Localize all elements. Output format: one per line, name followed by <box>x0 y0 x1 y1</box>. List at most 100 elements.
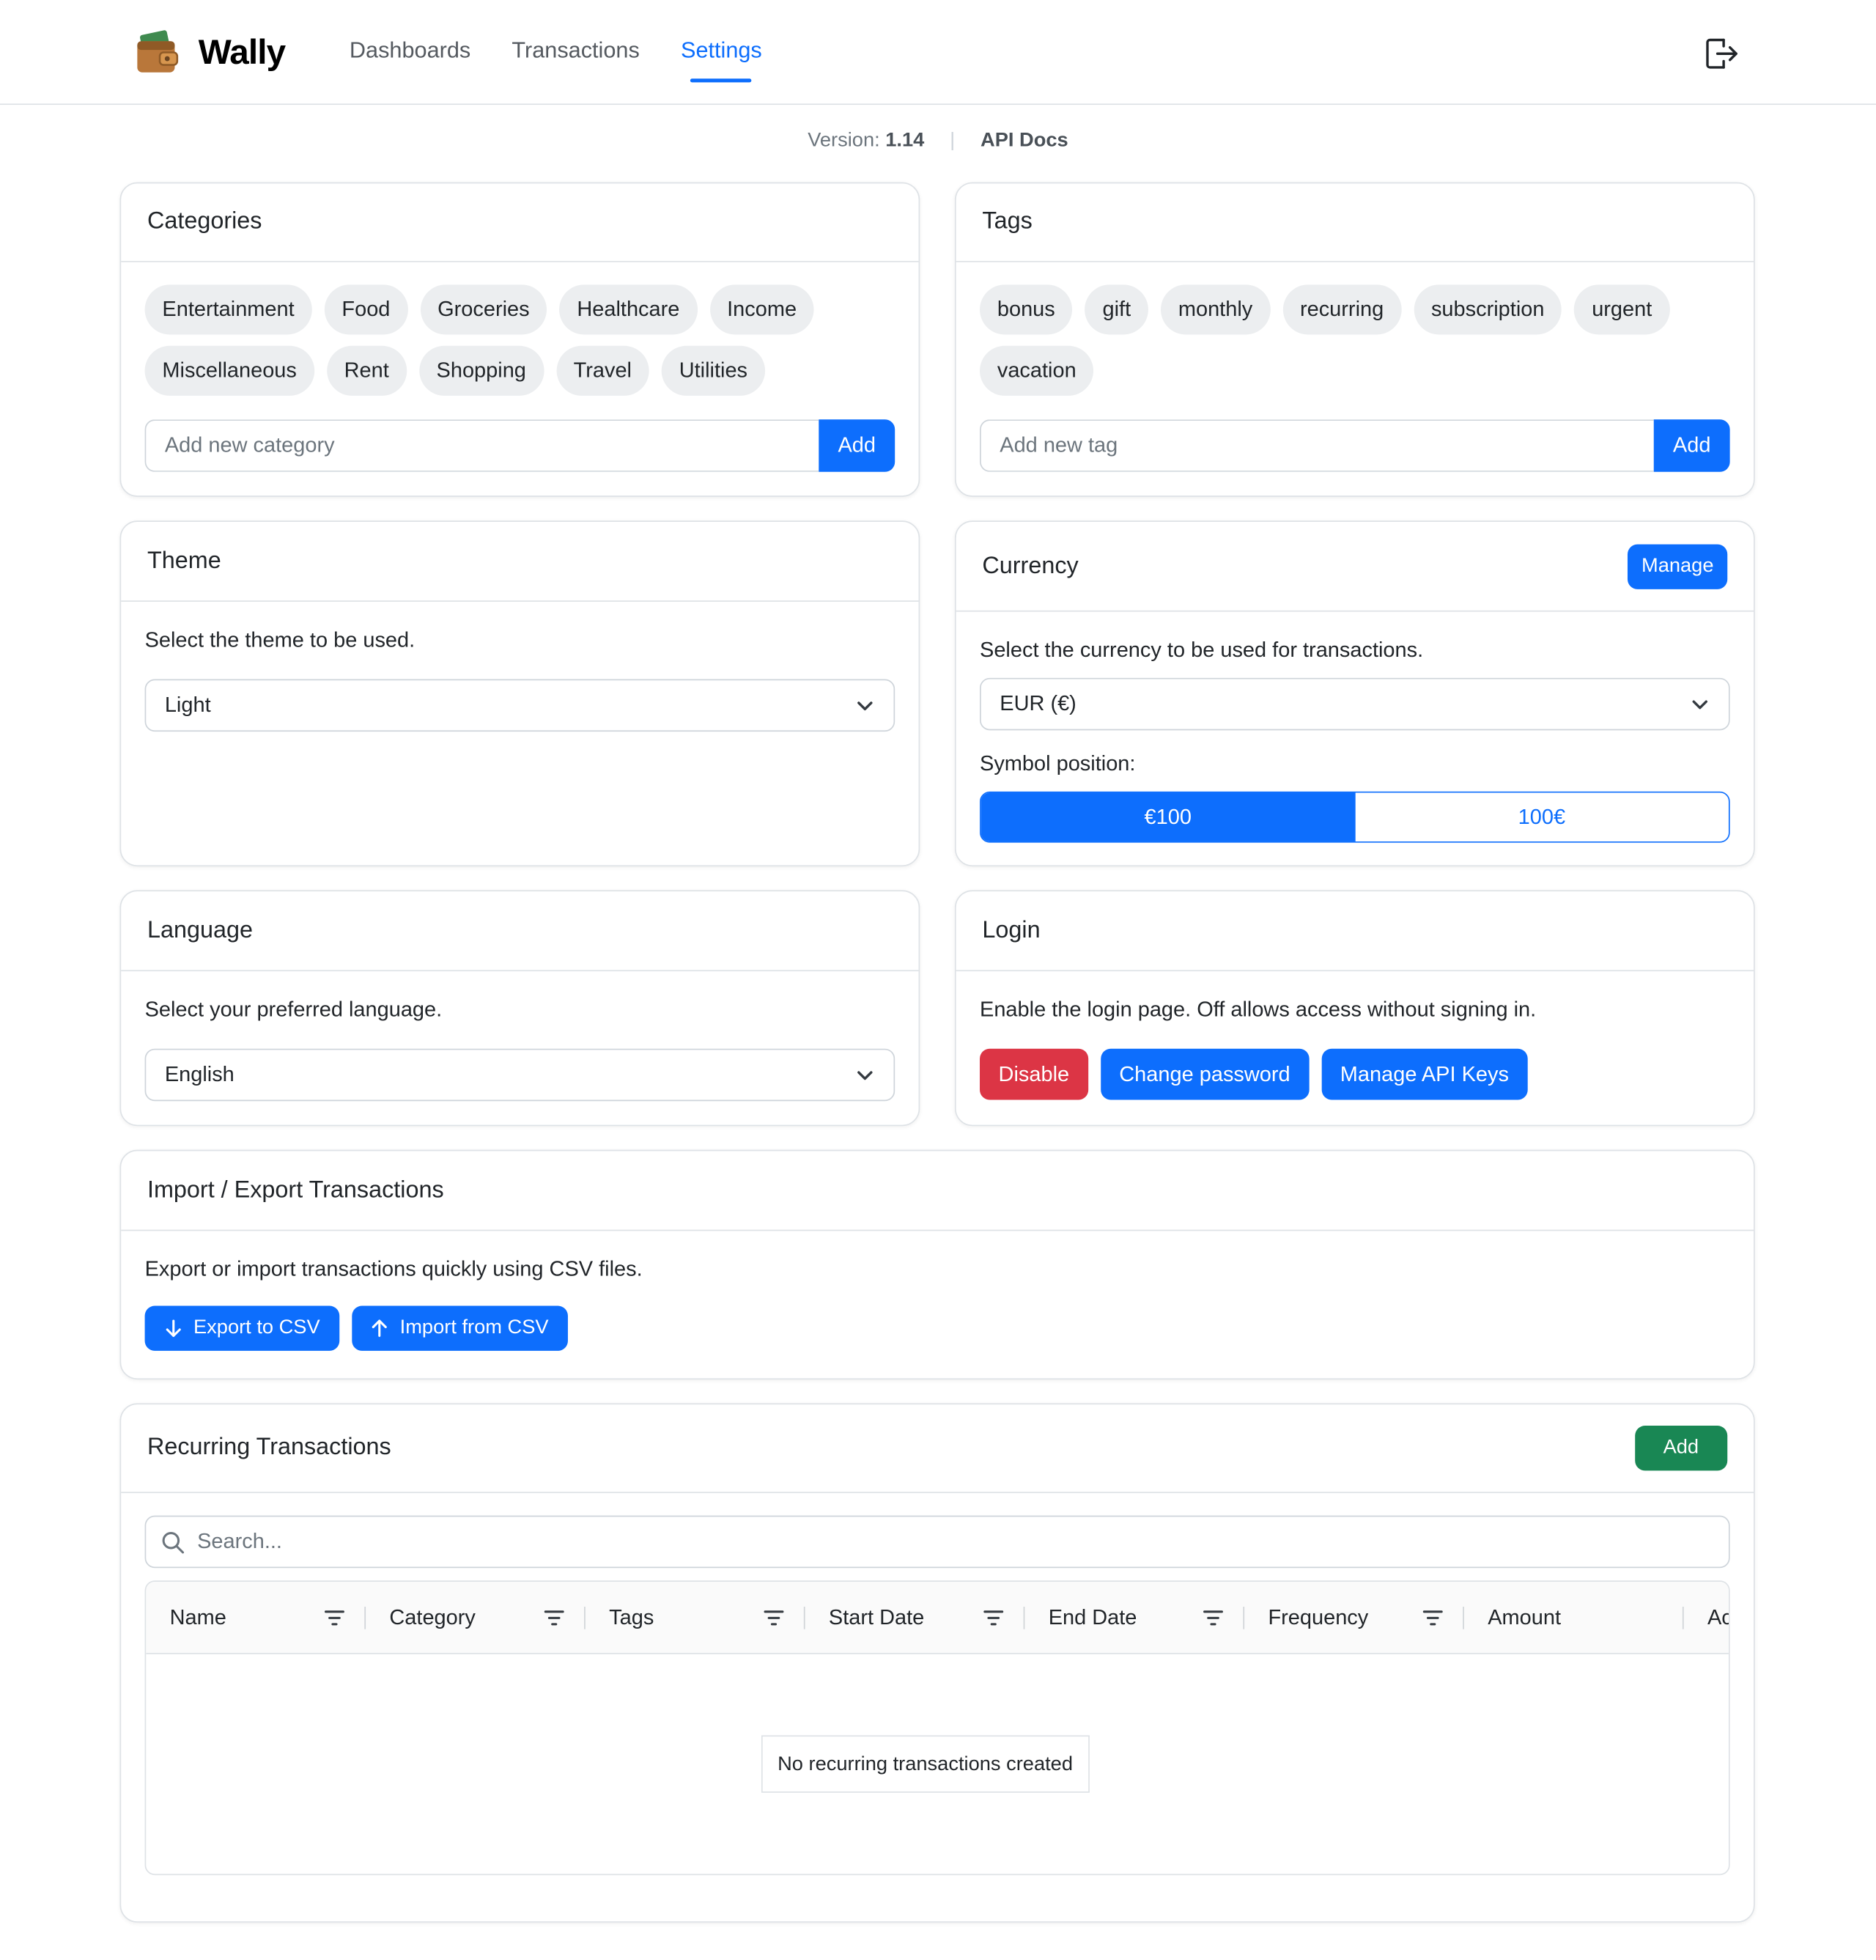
category-pill[interactable]: Travel <box>555 345 649 396</box>
symbol-after-option[interactable]: 100€ <box>1355 793 1729 841</box>
tag-pill[interactable]: gift <box>1085 284 1148 335</box>
column-header-amount[interactable]: Amount <box>1464 1582 1684 1653</box>
filter-icon[interactable] <box>1202 1606 1225 1629</box>
arrow-down-icon <box>166 1319 181 1337</box>
export-csv-label: Export to CSV <box>193 1316 320 1338</box>
category-pill[interactable]: Income <box>709 284 814 335</box>
category-pill[interactable]: Miscellaneous <box>144 345 314 396</box>
tag-pill[interactable]: monthly <box>1161 284 1271 335</box>
filter-icon[interactable] <box>1422 1606 1444 1629</box>
column-header-frequency[interactable]: Frequency <box>1244 1582 1464 1653</box>
export-csv-button[interactable]: Export to CSV <box>144 1305 340 1351</box>
tags-card: Tags bonus gift monthly recurring subscr… <box>954 182 1755 497</box>
theme-header: Theme <box>121 522 919 602</box>
column-label: Tags <box>609 1605 654 1629</box>
nav-dashboards[interactable]: Dashboards <box>350 37 470 64</box>
recurring-card: Recurring Transactions Add Name Category <box>119 1403 1755 1923</box>
add-tag-group: Add <box>980 419 1730 472</box>
category-pill[interactable]: Healthcare <box>559 284 698 335</box>
category-pill[interactable]: Food <box>324 284 408 335</box>
logout-icon[interactable] <box>1702 35 1740 73</box>
categories-title: Categories <box>147 208 262 235</box>
version-bar: Version: 1.14 | API Docs <box>0 130 1876 152</box>
theme-title: Theme <box>147 547 221 574</box>
currency-select[interactable]: EUR (€) <box>980 677 1730 731</box>
column-label: Name <box>169 1605 226 1629</box>
tag-list: bonus gift monthly recurring subscriptio… <box>980 284 1730 407</box>
language-selected-value: English <box>164 1062 234 1086</box>
filter-icon[interactable] <box>982 1606 1005 1629</box>
symbol-before-option[interactable]: €100 <box>981 792 1355 841</box>
add-category-group: Add <box>144 419 895 472</box>
categories-card: Categories Entertainment Food Groceries … <box>119 182 920 497</box>
import-csv-button[interactable]: Import from CSV <box>352 1305 568 1351</box>
category-pill[interactable]: Groceries <box>420 284 547 335</box>
tag-pill[interactable]: bonus <box>980 284 1073 335</box>
tag-pill[interactable]: urgent <box>1574 284 1670 335</box>
nav-settings[interactable]: Settings <box>681 37 762 83</box>
language-header: Language <box>121 891 919 972</box>
column-header-name[interactable]: Name <box>146 1582 366 1653</box>
category-pill[interactable]: Utilities <box>661 345 765 396</box>
disable-login-button[interactable]: Disable <box>980 1048 1088 1100</box>
column-label: End Date <box>1048 1605 1137 1629</box>
manage-api-keys-button[interactable]: Manage API Keys <box>1321 1048 1528 1100</box>
column-header-start-date[interactable]: Start Date <box>805 1582 1025 1653</box>
language-card: Language Select your preferred language.… <box>119 890 920 1127</box>
api-docs-link[interactable]: API Docs <box>981 130 1068 151</box>
version-label: Version: <box>808 130 880 152</box>
column-label: Ac <box>1707 1605 1730 1629</box>
table-header-row: Name Category Tags Start Date End Date F… <box>146 1581 1730 1654</box>
category-pill[interactable]: Entertainment <box>144 284 312 335</box>
nav-transactions[interactable]: Transactions <box>512 37 639 64</box>
filter-icon[interactable] <box>323 1606 346 1629</box>
tag-pill[interactable]: subscription <box>1414 284 1562 335</box>
change-password-button[interactable]: Change password <box>1100 1048 1310 1100</box>
add-category-button[interactable]: Add <box>819 419 895 472</box>
import-csv-label: Import from CSV <box>399 1316 549 1338</box>
recurring-search-input[interactable] <box>197 1529 1714 1555</box>
import-export-title: Import / Export Transactions <box>147 1176 444 1204</box>
navbar: Wally Dashboards Transactions Settings <box>0 0 1876 106</box>
category-pill[interactable]: Shopping <box>418 345 544 396</box>
category-list: Entertainment Food Groceries Healthcare … <box>144 284 895 407</box>
tag-pill[interactable]: vacation <box>980 345 1094 396</box>
currency-card: Currency Manage Select the currency to b… <box>954 520 1755 867</box>
column-label: Category <box>389 1605 476 1629</box>
column-header-end-date[interactable]: End Date <box>1024 1582 1245 1653</box>
login-title: Login <box>982 917 1041 943</box>
manage-currency-button[interactable]: Manage <box>1628 543 1728 589</box>
tag-pill[interactable]: recurring <box>1282 284 1402 335</box>
theme-select[interactable]: Light <box>144 679 895 732</box>
recurring-search <box>144 1515 1730 1569</box>
currency-title: Currency <box>982 552 1079 579</box>
version-value: 1.14 <box>885 130 925 152</box>
column-header-category[interactable]: Category <box>366 1582 586 1653</box>
symbol-position-label: Symbol position: <box>980 751 1136 775</box>
tags-header: Tags <box>956 183 1754 262</box>
currency-selected-value: EUR (€) <box>1000 691 1077 715</box>
chevron-down-icon <box>1692 700 1707 710</box>
login-description: Enable the login page. Off allows access… <box>980 997 1537 1022</box>
new-category-input[interactable] <box>144 419 819 472</box>
filter-icon[interactable] <box>763 1606 786 1629</box>
category-pill[interactable]: Rent <box>326 345 407 396</box>
add-tag-button[interactable]: Add <box>1653 419 1730 472</box>
column-label: Start Date <box>828 1605 925 1629</box>
language-select[interactable]: English <box>144 1048 895 1102</box>
currency-header: Currency Manage <box>956 522 1754 612</box>
empty-table-message: No recurring transactions created <box>761 1735 1090 1793</box>
login-card: Login Enable the login page. Off allows … <box>954 890 1755 1127</box>
theme-description: Select the theme to be used. <box>144 627 416 652</box>
brand[interactable]: Wally <box>133 29 286 76</box>
search-icon <box>162 1531 185 1553</box>
wallet-logo-icon <box>137 30 179 73</box>
main-nav: Dashboards Transactions Settings <box>350 37 803 83</box>
new-tag-input[interactable] <box>980 419 1654 472</box>
column-header-actions[interactable]: Ac <box>1684 1582 1730 1653</box>
column-header-tags[interactable]: Tags <box>586 1582 805 1653</box>
column-label: Amount <box>1488 1605 1562 1629</box>
categories-header: Categories <box>121 183 919 262</box>
add-recurring-button[interactable]: Add <box>1634 1426 1728 1471</box>
filter-icon[interactable] <box>543 1606 566 1629</box>
